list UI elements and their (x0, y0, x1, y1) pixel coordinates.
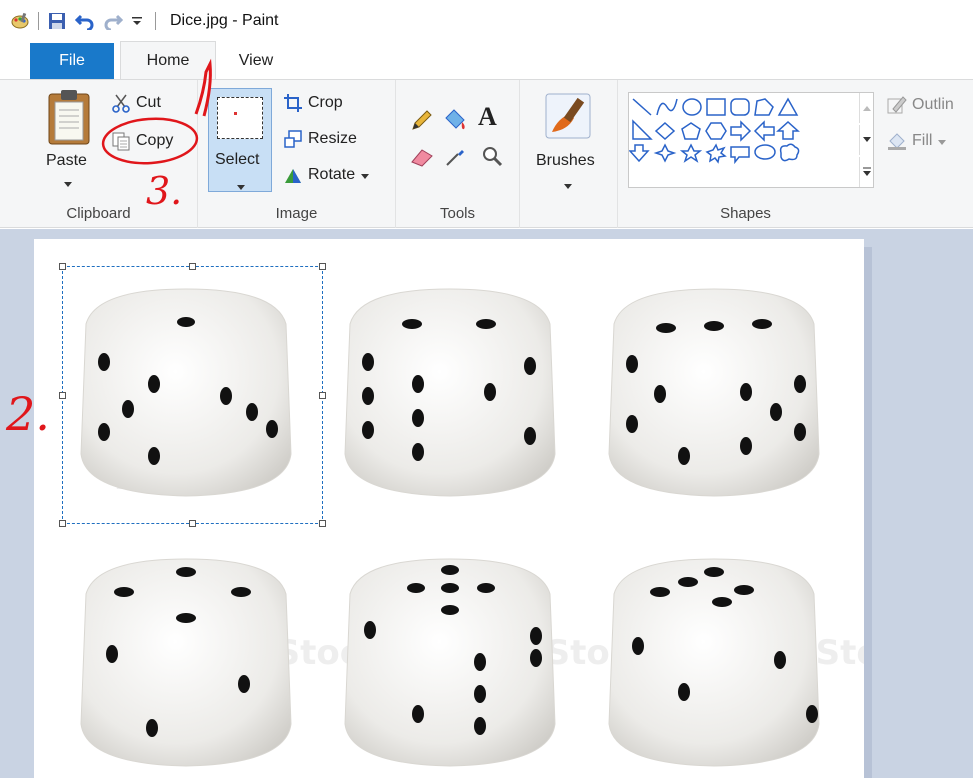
paste-label: Paste (46, 152, 87, 169)
die-4 (80, 558, 292, 767)
chevron-down-icon (237, 177, 245, 193)
resize-icon (282, 128, 304, 150)
shapes-scroll-up[interactable] (859, 93, 873, 123)
paste-button[interactable]: Paste (42, 88, 100, 188)
selection-rectangle[interactable] (59, 263, 326, 527)
outline-button[interactable]: Outlin (886, 94, 954, 116)
chevron-down-icon (938, 132, 947, 150)
die-6 (608, 558, 820, 767)
separator (155, 12, 156, 30)
tools-group-label: Tools (439, 205, 476, 222)
window-title: Dice.jpg - Paint (170, 12, 279, 29)
shapes-gallery-icons (628, 97, 800, 165)
clipboard-icon (47, 88, 91, 149)
rotate-button[interactable]: Rotate (282, 164, 370, 186)
fill-label: Fill (912, 132, 933, 149)
ribbon-tabs: File Home View (0, 41, 973, 80)
ribbon: Paste Cut Copy Clipboard Select Crop Res… (0, 80, 973, 228)
shapes-group-label: Shapes (720, 205, 771, 222)
magnifier-icon[interactable] (480, 144, 504, 171)
chevron-down-icon (64, 174, 72, 190)
cut-label: Cut (136, 94, 161, 111)
shapes-gallery[interactable] (628, 92, 874, 188)
rotate-icon (282, 164, 304, 186)
clipboard-group: Paste Cut Copy Clipboard (0, 80, 198, 228)
crop-icon (282, 92, 304, 114)
crop-label: Crop (308, 94, 343, 111)
workspace: iStock iStock iStock iStock iStock iStoc… (0, 229, 973, 778)
copy-icon (110, 130, 132, 152)
resize-handle[interactable] (59, 520, 66, 527)
color-picker-icon[interactable] (444, 144, 468, 171)
fill-bucket-icon[interactable] (442, 106, 468, 135)
resize-handle[interactable] (189, 520, 196, 527)
outline-label: Outlin (912, 96, 954, 113)
brushes-label: Brushes (536, 152, 595, 169)
separator (38, 12, 39, 30)
die-5 (344, 558, 556, 767)
save-icon[interactable] (47, 11, 67, 31)
shapes-scroll-down[interactable] (859, 125, 873, 155)
undo-icon[interactable] (75, 11, 95, 31)
eraser-icon[interactable] (410, 146, 434, 171)
select-label: Select (215, 151, 260, 168)
resize-handle[interactable] (319, 520, 326, 527)
title-bar: Dice.jpg - Paint (0, 0, 973, 42)
clipboard-group-label: Clipboard (66, 205, 131, 222)
tab-file[interactable]: File (30, 43, 114, 79)
customize-icon[interactable] (127, 11, 147, 31)
scissors-icon (110, 92, 132, 114)
rotate-label: Rotate (308, 166, 356, 183)
tab-home[interactable]: Home (120, 41, 216, 79)
copy-label: Copy (136, 132, 174, 149)
resize-handle[interactable] (189, 263, 196, 270)
select-rectangle-icon (217, 97, 263, 139)
chevron-down-icon (564, 176, 572, 192)
tab-view[interactable]: View (216, 43, 296, 79)
canvas-shadow (864, 247, 872, 778)
die-3 (608, 288, 820, 497)
resize-handle[interactable] (59, 392, 66, 399)
paint-app-icon[interactable] (10, 11, 30, 31)
pencil-icon[interactable] (410, 108, 434, 135)
die-2 (344, 288, 556, 497)
resize-handle[interactable] (319, 392, 326, 399)
image-group-label: Image (275, 205, 318, 222)
drawing-canvas[interactable]: iStock iStock iStock iStock iStock iStoc… (34, 239, 864, 778)
shapes-expand[interactable] (859, 157, 873, 187)
fill-button[interactable]: Fill (886, 130, 947, 152)
brushes-button[interactable]: Brushes (530, 88, 606, 192)
select-button[interactable]: Select (208, 88, 272, 192)
fill-icon (886, 130, 908, 152)
text-icon[interactable]: A (478, 102, 497, 132)
outline-pencil-icon (886, 94, 908, 116)
cut-button[interactable]: Cut (110, 92, 161, 114)
resize-button[interactable]: Resize (282, 128, 357, 150)
copy-button[interactable]: Copy (110, 130, 173, 152)
shapes-group: Outlin Fill Shapes (618, 80, 973, 228)
image-group: Select Crop Resize Rotate Image (198, 80, 396, 228)
redo-icon[interactable] (103, 11, 123, 31)
crop-button[interactable]: Crop (282, 92, 343, 114)
brush-icon (544, 92, 592, 143)
resize-label: Resize (308, 130, 357, 147)
chevron-down-icon (361, 166, 370, 184)
tools-group: A Tools (396, 80, 520, 228)
resize-handle[interactable] (59, 263, 66, 270)
brushes-group: Brushes (520, 80, 618, 228)
resize-handle[interactable] (319, 263, 326, 270)
